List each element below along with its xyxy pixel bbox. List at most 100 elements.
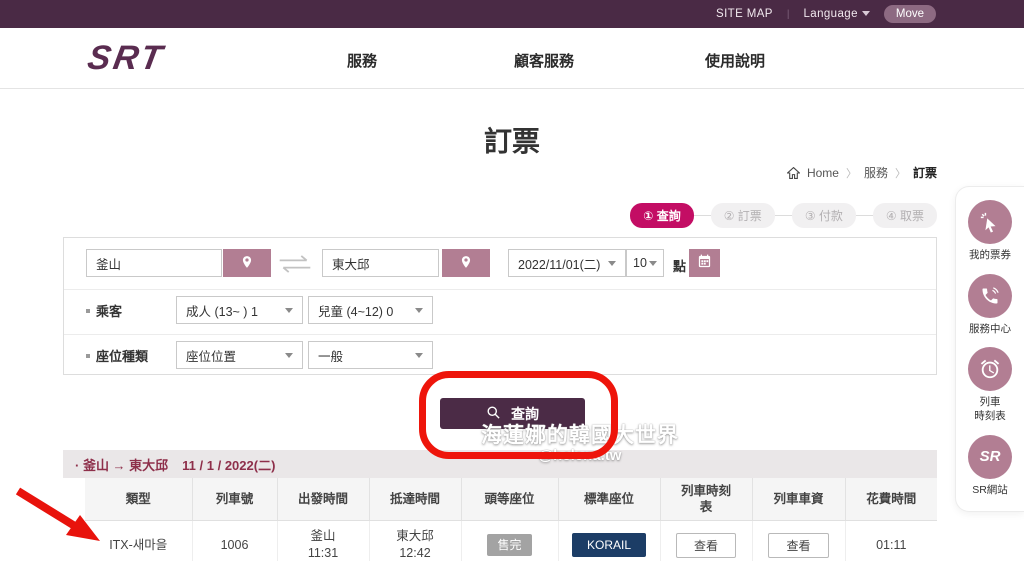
arrival-station-picker-button[interactable] bbox=[442, 249, 490, 277]
arrival-time: 12:42 bbox=[370, 545, 461, 561]
booking-step-indicator: ① 查詢 ② 訂票 ③ 付款 ④ 取票 bbox=[630, 203, 937, 228]
breadcrumb-separator: 〉 bbox=[846, 165, 857, 181]
results-table: 類型 列車號 出發時間 抵達時間 頭等座位 標準座位 列車時刻表 列車車資 花費… bbox=[85, 478, 937, 561]
chevron-down-icon bbox=[862, 11, 870, 16]
quick-menu-panel: 我的票券 服務中心 列車 時刻表 SR SR網站 bbox=[955, 186, 1024, 512]
column-header-duration: 花費時間 bbox=[845, 478, 937, 520]
nav-services[interactable]: 服務 bbox=[347, 50, 377, 71]
date-value: 2022/11/01(二) bbox=[518, 254, 600, 273]
results-route: · 釜山 → 東大邱 bbox=[75, 455, 168, 474]
passenger-label-text: 乘客 bbox=[96, 301, 122, 320]
nav-customer-service[interactable]: 顧客服務 bbox=[514, 50, 574, 71]
step-connector bbox=[775, 215, 792, 216]
quick-menu-service-center[interactable]: 服務中心 bbox=[968, 274, 1012, 337]
quick-menu-my-tickets[interactable]: 我的票券 bbox=[968, 200, 1012, 263]
step-ticketing: ④ 取票 bbox=[873, 203, 937, 228]
results-date: 11 / 1 / 2022(二) bbox=[182, 455, 275, 474]
cell-duration: 01:11 bbox=[845, 520, 937, 561]
quick-menu-label: 列車 時刻表 bbox=[974, 396, 1006, 423]
seat-position-select[interactable]: 座位位置 bbox=[176, 341, 303, 369]
cell-train-no: 1006 bbox=[192, 520, 277, 561]
search-icon bbox=[486, 405, 501, 423]
arrival-station-input[interactable] bbox=[322, 249, 439, 277]
quick-menu-sr-website[interactable]: SR SR網站 bbox=[968, 435, 1012, 498]
page-title: 訂票 bbox=[0, 120, 1024, 160]
column-header-arrival: 抵達時間 bbox=[369, 478, 461, 520]
site-map-link[interactable]: SITE MAP bbox=[716, 8, 773, 20]
top-utility-bar: SITE MAP | Language Move bbox=[0, 0, 1024, 28]
cell-train-type: ITX-새마을 bbox=[85, 520, 192, 561]
home-icon bbox=[787, 167, 800, 179]
hour-value: 10 bbox=[633, 256, 647, 270]
search-button-label: 查詢 bbox=[511, 404, 539, 424]
breadcrumb: Home 〉 服務 〉 訂票 bbox=[787, 164, 937, 181]
view-timetable-button[interactable]: 查看 bbox=[676, 533, 736, 558]
korail-badge[interactable]: KORAIL bbox=[572, 533, 646, 557]
column-header-train-no: 列車號 bbox=[192, 478, 277, 520]
seat-type-label-text: 座位種類 bbox=[96, 346, 148, 365]
adult-count-select[interactable]: 成人 (13~ ) 1 bbox=[176, 296, 303, 324]
phone-icon bbox=[968, 274, 1012, 318]
srt-logo[interactable]: SRT bbox=[85, 39, 168, 78]
breadcrumb-home[interactable]: Home bbox=[807, 166, 839, 180]
chevron-down-icon bbox=[285, 353, 293, 358]
step-connector bbox=[694, 215, 711, 216]
adult-count-value: 成人 (13~ ) 1 bbox=[186, 301, 258, 320]
sr-icon-text: SR bbox=[980, 448, 1001, 465]
cell-arrival: 東大邱 12:42 bbox=[369, 520, 461, 561]
location-pin-icon bbox=[459, 254, 473, 273]
language-dropdown[interactable]: Language bbox=[804, 8, 870, 20]
cell-standard: KORAIL bbox=[558, 520, 660, 561]
seat-type-label: 座位種類 bbox=[86, 346, 148, 365]
column-header-type: 類型 bbox=[85, 478, 192, 520]
sold-out-badge: 售完 bbox=[487, 534, 531, 556]
alarm-clock-icon bbox=[968, 347, 1012, 391]
seat-class-value: 一般 bbox=[318, 346, 343, 365]
step-booking: ② 訂票 bbox=[711, 203, 775, 228]
calendar-button[interactable] bbox=[689, 249, 720, 277]
quick-menu-label: 服務中心 bbox=[969, 323, 1011, 337]
results-route-bar: · 釜山 → 東大邱 11 / 1 / 2022(二) bbox=[63, 450, 937, 478]
topbar-divider: | bbox=[787, 9, 790, 20]
move-button[interactable]: Move bbox=[884, 5, 936, 23]
chevron-down-icon bbox=[649, 261, 657, 266]
table-header-row: 類型 列車號 出發時間 抵達時間 頭等座位 標準座位 列車時刻表 列車車資 花費… bbox=[85, 478, 937, 520]
search-button[interactable]: 查詢 bbox=[440, 398, 585, 429]
quick-menu-label: 我的票券 bbox=[969, 249, 1011, 263]
seat-class-select[interactable]: 一般 bbox=[308, 341, 433, 369]
quick-menu-label: SR網站 bbox=[972, 484, 1008, 498]
cell-fare: 查看 bbox=[752, 520, 845, 561]
child-count-select[interactable]: 兒童 (4~12) 0 bbox=[308, 296, 433, 324]
departure-time: 11:31 bbox=[278, 545, 369, 561]
column-header-departure: 出發時間 bbox=[277, 478, 369, 520]
table-row: ITX-새마을 1006 釜山 11:31 東大邱 12:42 售完 KORAI… bbox=[85, 520, 937, 561]
view-fare-button[interactable]: 查看 bbox=[768, 533, 828, 558]
step-payment: ③ 付款 bbox=[792, 203, 856, 228]
srt-booking-page: SITE MAP | Language Move SRT 服務 顧客服務 使用說… bbox=[0, 0, 1024, 561]
cursor-click-icon bbox=[968, 200, 1012, 244]
hour-unit-label: 點 bbox=[673, 256, 686, 275]
date-select[interactable]: 2022/11/01(二) bbox=[508, 249, 626, 277]
language-label: Language bbox=[804, 8, 858, 20]
chevron-down-icon bbox=[608, 261, 616, 266]
nav-usage-guide[interactable]: 使用說明 bbox=[705, 50, 765, 71]
hour-select[interactable]: 10 bbox=[626, 249, 664, 277]
child-count-value: 兒童 (4~12) 0 bbox=[318, 301, 393, 320]
location-pin-icon bbox=[240, 254, 254, 273]
sr-icon: SR bbox=[968, 435, 1012, 479]
step-search: ① 查詢 bbox=[630, 203, 694, 228]
breadcrumb-separator: 〉 bbox=[895, 165, 906, 181]
chevron-down-icon bbox=[415, 308, 423, 313]
cell-timetable: 查看 bbox=[660, 520, 752, 561]
swap-stations-icon[interactable] bbox=[277, 255, 313, 278]
breadcrumb-services[interactable]: 服務 bbox=[864, 164, 888, 181]
quick-menu-timetable[interactable]: 列車 時刻表 bbox=[968, 347, 1012, 423]
main-header: SRT 服務 顧客服務 使用說明 bbox=[0, 28, 1024, 89]
passenger-label: 乘客 bbox=[86, 301, 122, 320]
departure-station-picker-button[interactable] bbox=[223, 249, 271, 277]
departure-station-input[interactable] bbox=[86, 249, 222, 277]
column-header-timetable: 列車時刻表 bbox=[660, 478, 752, 520]
departure-station: 釜山 bbox=[278, 528, 369, 545]
chevron-down-icon bbox=[285, 308, 293, 313]
form-row-divider bbox=[64, 334, 936, 335]
